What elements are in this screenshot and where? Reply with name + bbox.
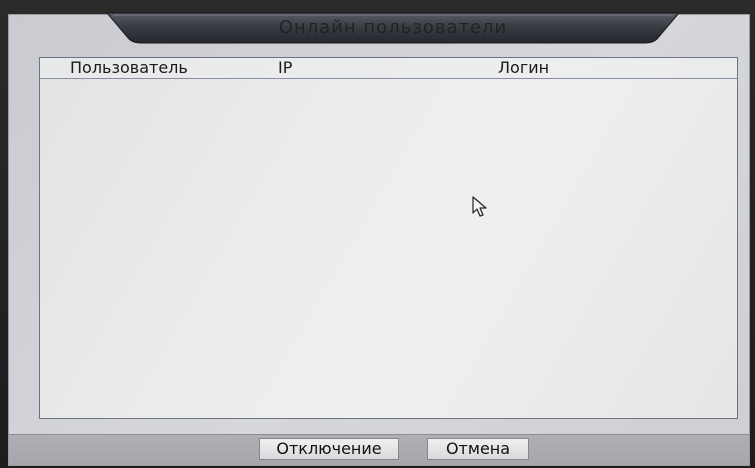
table-body[interactable] — [40, 79, 737, 418]
mouse-pointer-icon — [472, 196, 487, 217]
dialog-title-tab: Онлайн пользователи — [107, 11, 679, 47]
dialog-title: Онлайн пользователи — [278, 17, 508, 38]
dialog-footer: Отключение Отмена — [9, 434, 749, 465]
online-users-list[interactable]: Пользователь IP Логин — [39, 57, 738, 419]
screen-background: Онлайн пользователи Пользователь IP Логи… — [0, 0, 755, 468]
table-header: Пользователь IP Логин — [40, 58, 737, 79]
column-header-user[interactable]: Пользователь — [70, 59, 188, 77]
column-header-login[interactable]: Логин — [498, 59, 549, 77]
disconnect-button[interactable]: Отключение — [259, 438, 399, 460]
online-users-dialog: Онлайн пользователи Пользователь IP Логи… — [8, 11, 750, 466]
cancel-button[interactable]: Отмена — [427, 438, 529, 460]
column-header-ip[interactable]: IP — [278, 59, 292, 77]
